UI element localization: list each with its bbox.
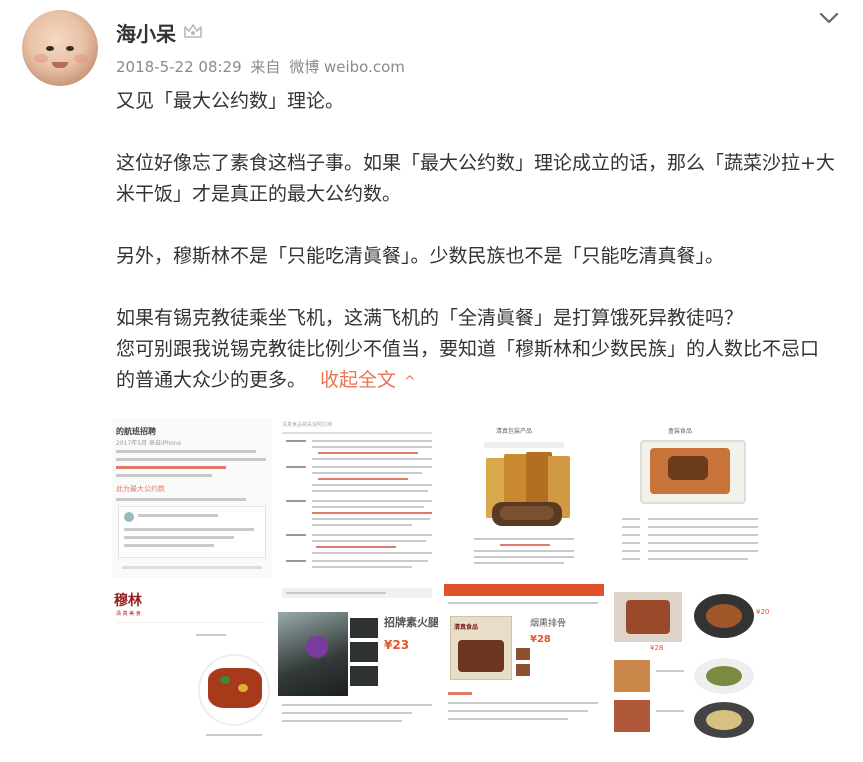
thumb-price: ¥28 [530,634,551,645]
post-source[interactable]: 微博 weibo.com [289,58,405,76]
image-gallery: 的航班招聘 2017年5月 来自iPhone 此为最大公约数 清真食品相关说明文… [112,418,772,744]
post-paragraph-text: 您可别跟我说锡克教徒比例少不值当，要知道「穆斯林和少数民族」的人数比不忌口的普通… [116,338,820,391]
collapse-label: 收起全文 [320,369,397,391]
post-source-prefix: 来自 [250,58,281,76]
username[interactable]: 海小呆 [116,18,176,47]
thumb-title: 清真包装产品 [496,428,533,435]
thumbnail-8[interactable]: ¥28 ¥20 [610,584,770,744]
thumbnail-6[interactable]: 招牌素火腿 ¥23 [278,584,438,744]
post-content: 又见「最大公约数」理论。 这位好像忘了素食这档子事。如果「最大公约数」理论成立的… [116,86,836,398]
post-paragraph: 您可别跟我说锡克教徒比例少不值当，要知道「穆斯林和少数民族」的人数比不忌口的普通… [116,334,836,398]
crown-icon[interactable] [183,22,203,40]
chevron-up-icon: ^ [404,374,416,390]
thumb-price: ¥23 [384,638,410,652]
avatar-mouth [52,62,68,68]
post-paragraph: 另外，穆斯林不是「只能吃清眞餐」。少数民族也不是「只能吃清真餐」。 [116,245,725,267]
avatar-eye [66,46,74,51]
thumbnail-3[interactable]: 清真包装产品 [444,418,604,578]
thumb-title: 烟熏排骨 [530,619,567,629]
thumb-package-label: 清真食品 [454,624,479,631]
thumb-price: ¥28 [650,644,664,652]
avatar-cheek [74,54,88,63]
thumb-price: ¥20 [756,608,770,616]
thumbnail-7[interactable]: 清真食品 烟熏排骨 ¥28 [444,584,604,744]
avatar-cheek [34,54,48,63]
avatar-eye [46,46,54,51]
avatar[interactable] [22,10,98,86]
thumb-text: 此为最大公约数 [116,485,165,493]
thumb-brand: 穆林 [114,593,142,609]
chevron-down-icon[interactable] [818,10,840,26]
thumbnail-4[interactable]: 盒装食品 [610,418,770,578]
thumb-brand-sub: 清 真 美 食 [116,611,141,617]
thumbnail-1[interactable]: 的航班招聘 2017年5月 来自iPhone 此为最大公约数 [112,418,272,578]
post-paragraph: 又见「最大公约数」理论。 [116,90,345,112]
thumbnail-2[interactable]: 清真食品相关说明文档 [278,418,438,578]
thumb-title: 招牌素火腿 [384,616,438,629]
thumb-text: 2017年5月 来自iPhone [116,440,182,447]
post-paragraph: 这位好像忘了素食这档子事。如果「最大公约数」理论成立的话，那么「蔬菜沙拉+大米干… [116,152,835,205]
thumb-header: 清真食品相关说明文档 [282,422,333,428]
thumb-title: 盒装食品 [668,428,693,435]
collapse-button[interactable]: 收起全文 ^ [320,369,416,391]
post-paragraph: 如果有锡克教徒乘坐飞机，这满飞机的「全清眞餐」是打算饿死异教徒吗？ [116,307,744,329]
post-meta: 2018-5-22 08:29 来自 微博 weibo.com [116,56,409,77]
thumbnail-5[interactable]: 穆林 清 真 美 食 [112,584,272,744]
post-timestamp[interactable]: 2018-5-22 08:29 [116,58,242,76]
thumb-text: 的航班招聘 [116,427,156,436]
